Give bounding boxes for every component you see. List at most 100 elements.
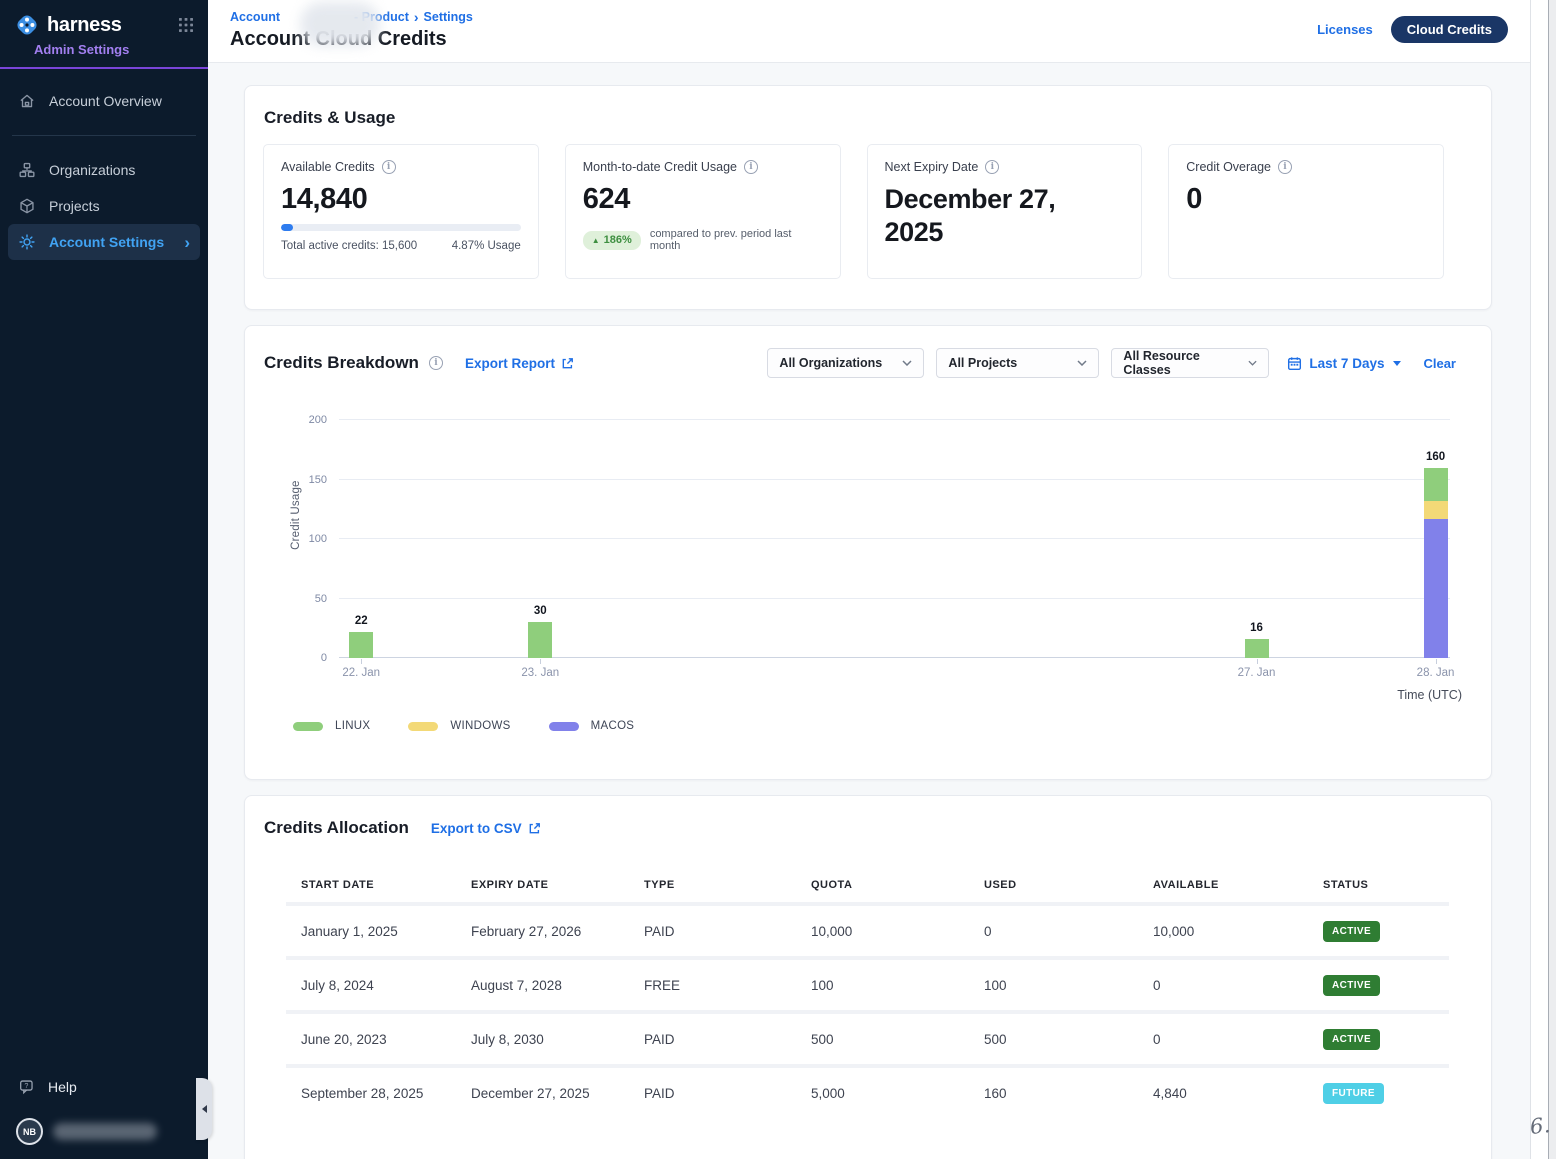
redacted-account-name [300,2,380,46]
export-report-link[interactable]: Export Report [465,356,574,371]
harness-logo-icon [14,12,40,38]
legend-swatch [549,722,579,731]
credits-breakdown-section: Credits Breakdown Export Report All Orga… [244,325,1492,780]
chevron-down-icon [902,360,912,366]
sidebar-item-label: Account Overview [49,93,162,109]
column-header: TYPE [644,879,811,891]
info-icon[interactable] [429,356,443,370]
help-button[interactable]: ? Help [0,1068,208,1106]
sidebar-item-projects[interactable]: Projects [8,188,200,224]
breadcrumb-separator: › [414,9,419,25]
available-credits-card: Available Credits 14,840 Total active cr… [263,144,539,279]
bar-windows[interactable] [1424,501,1448,519]
total-active-credits: Total active credits: 15,600 [281,240,417,252]
next-expiry-card: Next Expiry Date December 27, 2025 [867,144,1143,279]
gridline [339,479,1450,480]
breadcrumb-account-link[interactable]: Account [230,10,280,24]
legend-item-linux[interactable]: LINUX [293,720,370,732]
bar-total-label: 16 [1227,622,1287,634]
y-tick-label: 150 [297,474,327,486]
gridline [339,419,1450,420]
legend-item-windows[interactable]: WINDOWS [408,720,510,732]
sidebar-collapse-handle[interactable] [196,1078,212,1140]
bar-linux[interactable] [528,622,552,658]
sidebar-nav: Account Overview Organizations Projects … [0,69,208,260]
cell-start-date: July 8, 2024 [301,978,471,993]
credits-progress-fill [281,224,293,231]
credits-allocation-title: Credits Allocation [264,818,409,838]
compare-label: compared to prev. period last month [650,228,823,252]
legend-label: WINDOWS [450,720,510,732]
cell-expiry-date: August 7, 2028 [471,978,644,993]
sidebar-item-account-overview[interactable]: Account Overview [8,83,200,119]
credit-overage-value: 0 [1186,183,1426,216]
sidebar: harness Admin Settings Account Overview … [0,0,208,1159]
bar-macos[interactable] [1424,519,1448,658]
cloud-credits-button[interactable]: Cloud Credits [1391,16,1508,43]
x-category-label: 23. Jan [505,667,575,679]
page-header: Account - Product › Settings Account Clo… [208,0,1556,63]
sidebar-item-account-settings[interactable]: Account Settings [8,224,200,260]
bar-total-label: 22 [331,615,391,627]
date-range-picker[interactable]: Last 7 Days [1287,356,1401,371]
credits-allocation-table: START DATEEXPIRY DATETYPEQUOTAUSEDAVAILA… [286,868,1449,1118]
cell-type: PAID [644,924,811,939]
brand-name: harness [47,14,122,37]
info-icon[interactable] [382,160,396,174]
projects-filter[interactable]: All Projects [936,348,1099,378]
legend-label: MACOS [591,720,635,732]
chevron-down-icon [1077,360,1087,366]
credits-chart: 0501001502002222. Jan3023. Jan1627. Jan1… [339,420,1450,658]
organizations-filter[interactable]: All Organizations [767,348,924,378]
x-category-label: 22. Jan [326,667,396,679]
sidebar-item-organizations[interactable]: Organizations [8,152,200,188]
x-category-label: 28. Jan [1401,667,1471,679]
calendar-icon [1287,356,1302,371]
home-icon [18,92,36,110]
y-tick-label: 50 [297,593,327,605]
info-icon[interactable] [985,160,999,174]
bar-linux[interactable] [349,632,373,658]
cell-start-date: September 28, 2025 [301,1086,471,1101]
vertical-scrollbar[interactable] [1530,0,1548,1159]
help-label: Help [48,1079,77,1095]
y-tick-label: 200 [297,414,327,426]
gridline [339,538,1450,539]
cell-expiry-date: December 27, 2025 [471,1086,644,1101]
cell-available: 10,000 [1153,924,1323,939]
legend-item-macos[interactable]: MACOS [549,720,635,732]
cell-available: 4,840 [1153,1086,1323,1101]
projects-filter-value: All Projects [948,356,1017,370]
x-tick [1436,659,1437,664]
cell-start-date: June 20, 2023 [301,1032,471,1047]
bar-linux[interactable] [1424,468,1448,501]
bar-linux[interactable] [1245,639,1269,658]
app-grid-icon[interactable] [178,17,194,33]
licenses-link[interactable]: Licenses [1317,22,1373,37]
user-avatar[interactable]: NB [16,1118,43,1145]
cell-available: 0 [1153,1032,1323,1047]
resource-classes-filter[interactable]: All Resource Classes [1111,348,1269,378]
gear-icon [18,233,36,251]
status-badge: FUTURE [1323,1083,1384,1104]
x-tick [361,659,362,664]
info-icon[interactable] [744,160,758,174]
chevron-down-icon [1248,360,1257,366]
trend-percent: 186% [604,234,632,246]
column-header: EXPIRY DATE [471,879,644,891]
clear-filters-link[interactable]: Clear [1423,356,1456,371]
next-expiry-value: December 27, 2025 [885,183,1075,249]
sidebar-item-label: Projects [49,198,100,214]
legend-label: LINUX [335,720,370,732]
chart-legend: LINUX WINDOWS MACOS [293,720,634,732]
cell-start-date: January 1, 2025 [301,924,471,939]
bar-total-label: 30 [510,605,570,617]
redacted-username [53,1123,157,1140]
info-icon[interactable] [1278,160,1292,174]
credits-breakdown-title: Credits Breakdown [264,353,419,373]
export-csv-link[interactable]: Export to CSV [431,821,541,836]
credit-overage-card: Credit Overage 0 [1168,144,1444,279]
stat-label: Available Credits [281,160,375,174]
breadcrumb-settings-link[interactable]: Settings [424,10,473,24]
credits-usage-section: Credits & Usage Available Credits 14,840… [244,85,1492,310]
